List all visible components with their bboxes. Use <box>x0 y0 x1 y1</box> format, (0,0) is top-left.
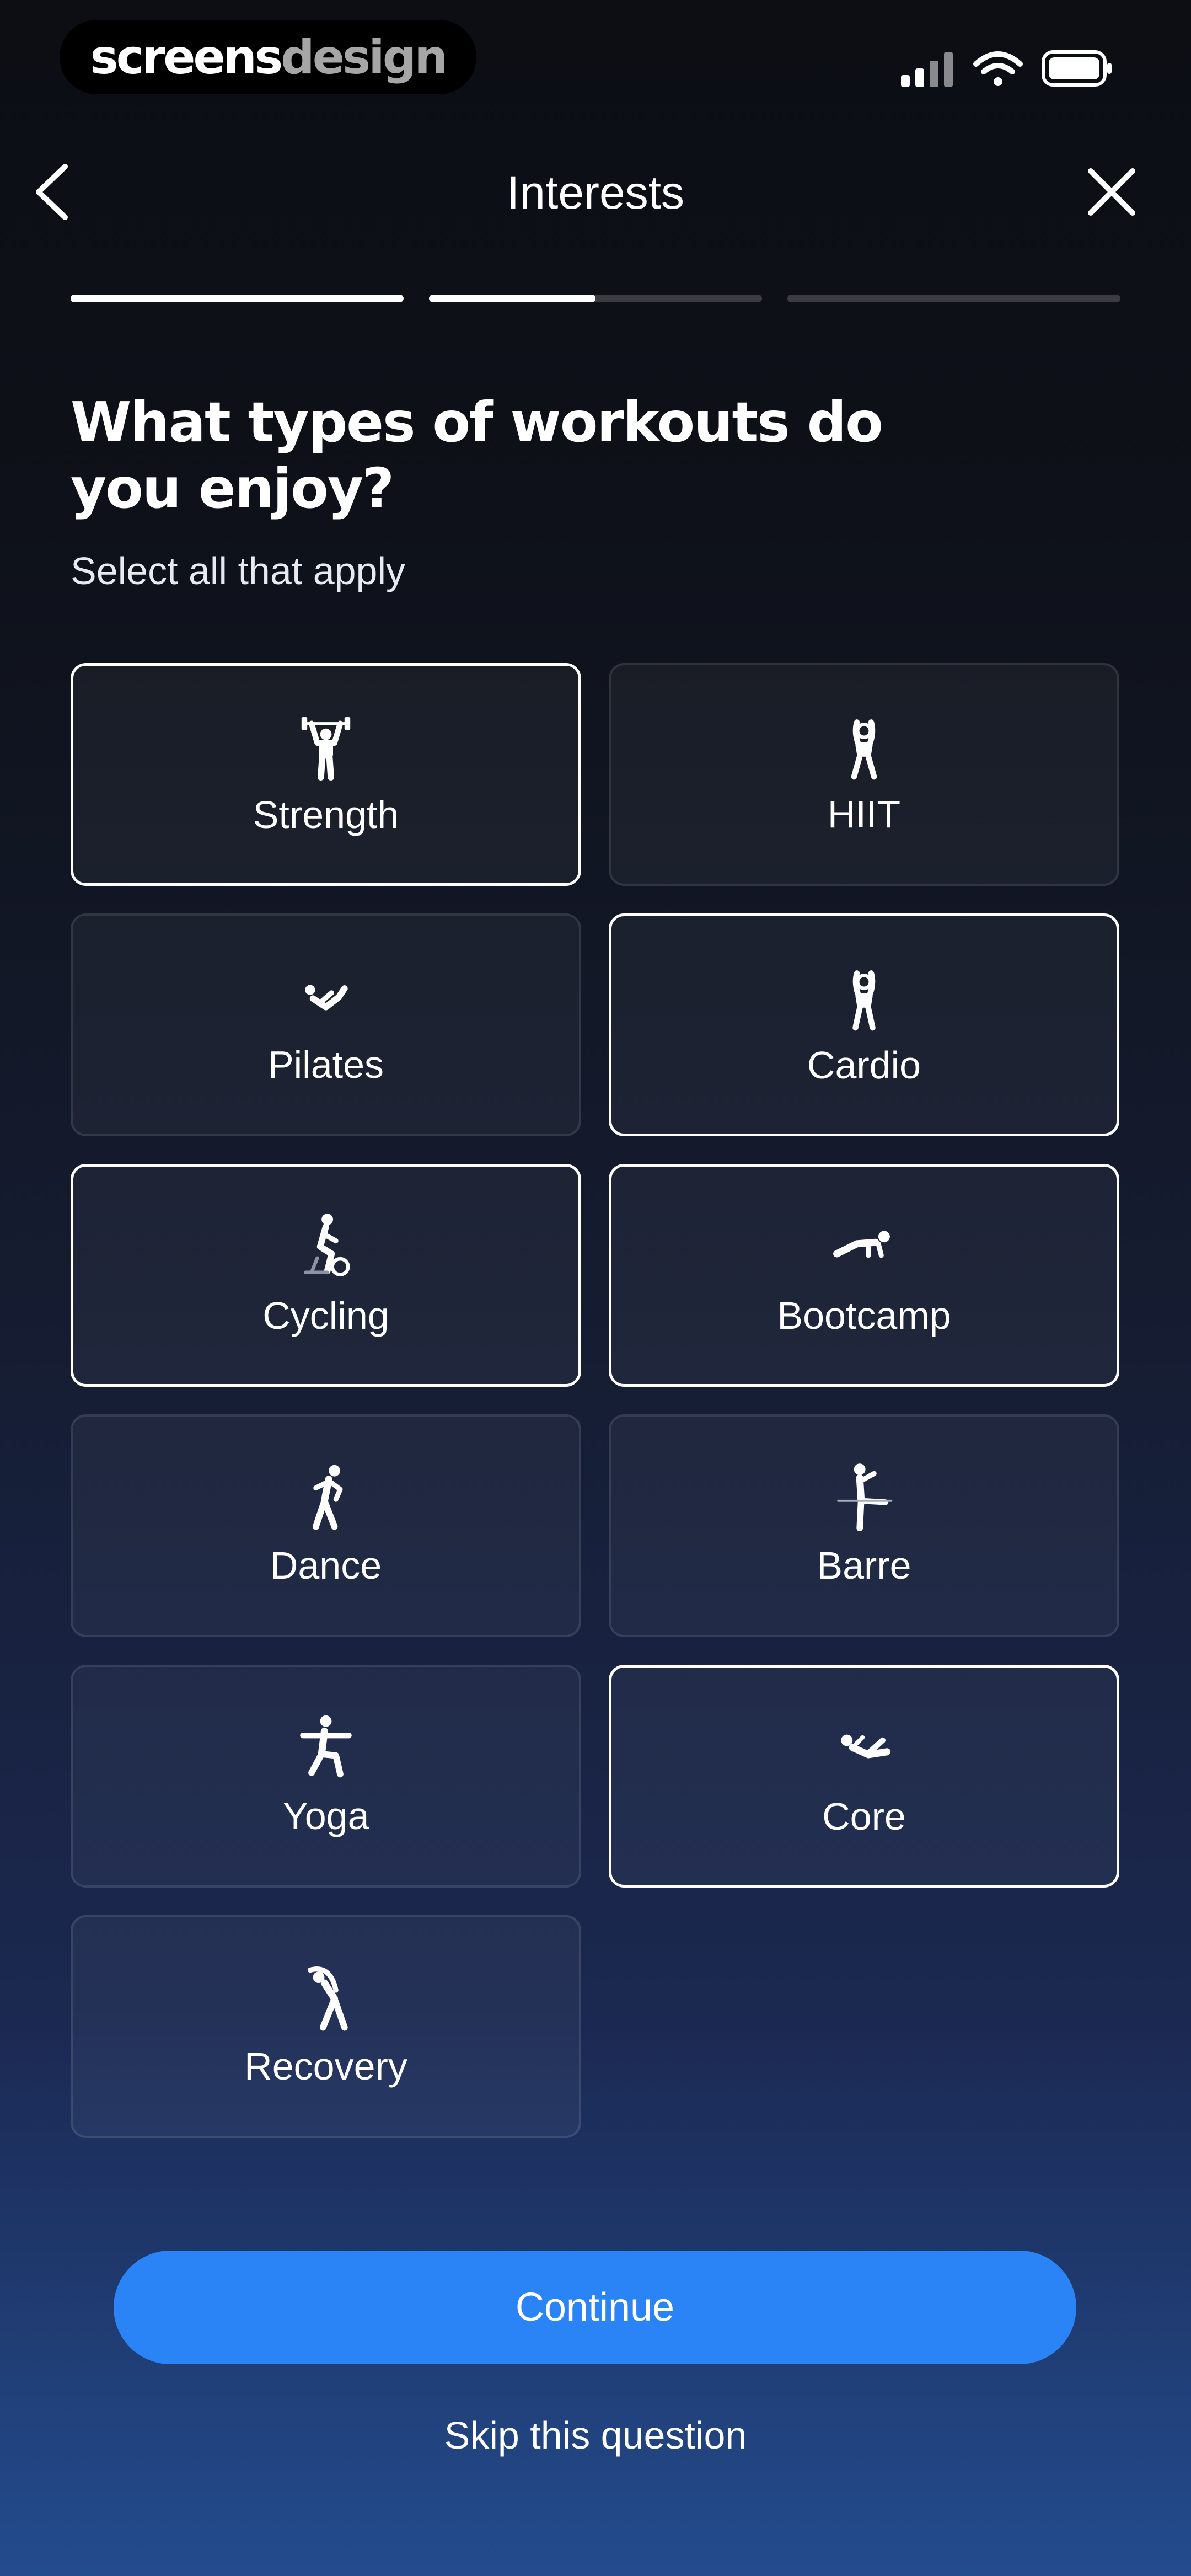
progress-step-2 <box>429 295 762 302</box>
jumping-figure-icon <box>851 719 877 780</box>
option-label: Recovery <box>244 2045 407 2088</box>
screensdesign-logo: screens design <box>60 20 476 94</box>
option-label: Yoga <box>282 1794 369 1837</box>
progress-step-3 <box>787 295 1120 302</box>
status-icons <box>901 50 1112 87</box>
stretching-figure-icon <box>307 1966 348 2031</box>
option-recovery[interactable]: Recovery <box>71 1915 581 2138</box>
progress-fill <box>429 295 596 302</box>
option-cycling[interactable]: Cycling <box>71 1164 581 1387</box>
question-title: What types of workouts do you enjoy? <box>71 390 883 521</box>
option-cardio[interactable]: Cardio <box>609 913 1119 1136</box>
weightlifter-icon <box>301 717 351 781</box>
page-title: Interests <box>506 167 685 218</box>
barre-figure-icon <box>837 1463 893 1532</box>
logo-text-design: design <box>281 29 448 85</box>
progress-fill <box>71 295 404 302</box>
option-dance[interactable]: Dance <box>71 1414 581 1637</box>
option-label: Core <box>822 1795 906 1838</box>
pushup-figure-icon <box>833 1231 890 1258</box>
option-pilates[interactable]: Pilates <box>71 913 581 1136</box>
option-core[interactable]: Core <box>609 1665 1119 1888</box>
option-label: HIIT <box>827 793 901 836</box>
option-label: Pilates <box>267 1043 384 1086</box>
pilates-figure-icon <box>305 985 348 1011</box>
option-barre[interactable]: Barre <box>609 1414 1119 1637</box>
option-label: Cardio <box>807 1044 921 1087</box>
question-subtitle: Select all that apply <box>71 549 406 592</box>
option-hiit[interactable]: HIIT <box>609 663 1119 886</box>
cardio-figure-icon <box>852 970 876 1031</box>
progress-step-1 <box>71 295 404 302</box>
continue-button[interactable]: Continue <box>114 2251 1076 2364</box>
option-label: Barre <box>817 1544 911 1587</box>
option-label: Bootcamp <box>777 1294 951 1337</box>
option-bootcamp[interactable]: Bootcamp <box>609 1164 1119 1387</box>
wifi-icon <box>973 51 1023 86</box>
core-figure-icon <box>841 1734 891 1759</box>
skip-question-link[interactable]: Skip this question <box>298 2411 893 2460</box>
option-label: Dance <box>270 1544 382 1587</box>
dancer-icon <box>312 1465 343 1530</box>
cyclist-icon <box>304 1214 350 1276</box>
chevron-left-icon[interactable] <box>31 159 75 225</box>
cellular-signal-icon <box>901 52 953 87</box>
option-strength[interactable]: Strength <box>71 663 581 886</box>
battery-icon <box>1042 50 1112 87</box>
option-label: Strength <box>253 793 399 836</box>
close-icon[interactable] <box>1083 163 1140 221</box>
logo-text-screens: screens <box>90 29 283 85</box>
continue-label: Continue <box>515 2285 675 2329</box>
option-yoga[interactable]: Yoga <box>71 1665 581 1888</box>
option-label: Cycling <box>262 1294 389 1337</box>
yoga-figure-icon <box>300 1715 352 1778</box>
